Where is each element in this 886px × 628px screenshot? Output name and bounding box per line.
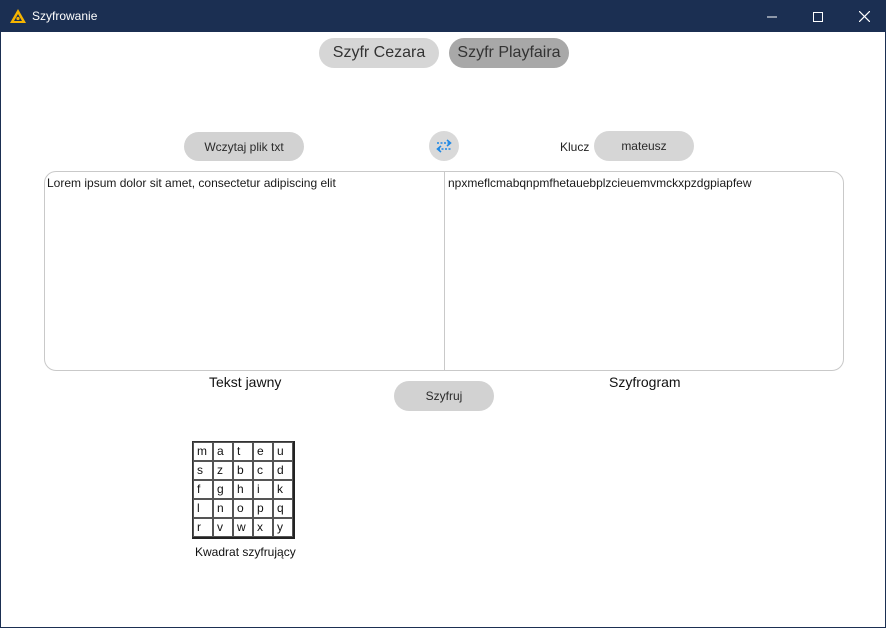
tab-playfair-cipher[interactable]: Szyfr Playfaira	[449, 38, 569, 68]
square-cell: z	[213, 461, 233, 480]
square-cell: u	[273, 442, 293, 461]
square-cell: n	[213, 499, 233, 518]
tab-caesar-cipher[interactable]: Szyfr Cezara	[319, 38, 439, 68]
square-cell: h	[233, 480, 253, 499]
title-bar: Szyfrowanie	[1, 1, 886, 32]
square-cell: m	[193, 442, 213, 461]
square-cell: a	[213, 442, 233, 461]
maximize-button[interactable]	[795, 1, 841, 32]
encrypt-button[interactable]: Szyfruj	[394, 381, 494, 411]
square-cell: o	[233, 499, 253, 518]
square-cell: p	[253, 499, 273, 518]
square-cell: f	[193, 480, 213, 499]
square-cell: e	[253, 442, 273, 461]
square-cell: y	[273, 518, 293, 537]
square-cell: d	[273, 461, 293, 480]
square-cell: c	[253, 461, 273, 480]
minimize-icon	[767, 16, 777, 17]
plain-text-input[interactable]: Lorem ipsum dolor sit amet, consectetur …	[47, 176, 439, 190]
key-label: Klucz	[560, 140, 590, 154]
plain-text-label: Tekst jawny	[209, 374, 282, 390]
square-cell: i	[253, 480, 273, 499]
square-cell: k	[273, 480, 293, 499]
close-icon	[858, 11, 870, 22]
close-button[interactable]	[841, 1, 886, 32]
square-cell: t	[233, 442, 253, 461]
square-cell: v	[213, 518, 233, 537]
minimize-button[interactable]	[749, 1, 795, 32]
panel-divider	[444, 172, 445, 370]
maximize-icon	[813, 11, 823, 22]
square-cell: w	[233, 518, 253, 537]
square-cell: l	[193, 499, 213, 518]
load-txt-file-button[interactable]: Wczytaj plik txt	[184, 132, 304, 161]
text-panels: Lorem ipsum dolor sit amet, consectetur …	[44, 171, 844, 371]
key-input[interactable]: mateusz	[594, 131, 694, 161]
swap-arrows-icon	[436, 139, 452, 153]
swap-button[interactable]	[429, 131, 459, 161]
square-cell: b	[233, 461, 253, 480]
square-cell: r	[193, 518, 213, 537]
window-title: Szyfrowanie	[32, 9, 98, 23]
square-cell: x	[253, 518, 273, 537]
square-cell: g	[213, 480, 233, 499]
cipher-text-label: Szyfrogram	[609, 374, 681, 390]
cipher-square-grid: mateu szbcd fghik lnopq rvwxy	[192, 441, 295, 539]
square-cell: s	[193, 461, 213, 480]
app-triangle-icon	[10, 9, 26, 23]
cipher-text-output[interactable]: npxmeflcmabqnpmfhetauebplzcieuemvmckxpzd…	[448, 176, 840, 190]
app-window: Szyfrowanie Szyfr Cezara Szyfr Playfaira…	[0, 0, 886, 628]
square-cell: q	[273, 499, 293, 518]
cipher-square-label: Kwadrat szyfrujący	[195, 545, 296, 559]
